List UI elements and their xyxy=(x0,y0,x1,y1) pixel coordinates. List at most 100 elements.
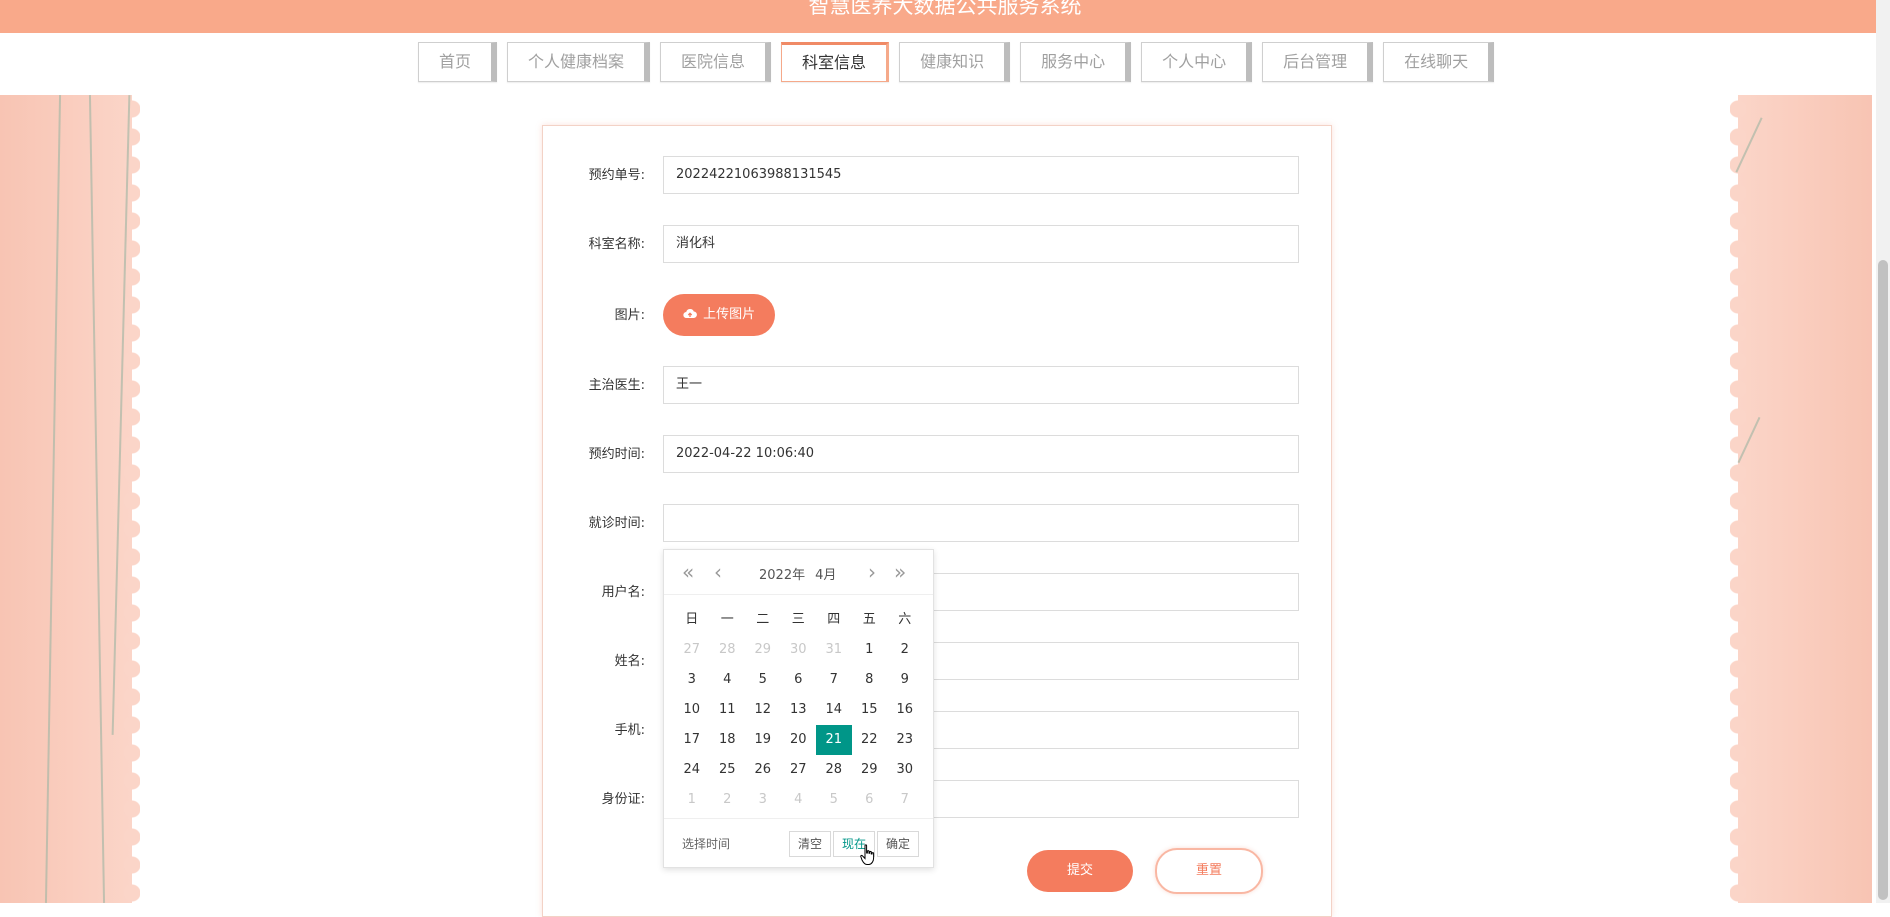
right-curtain-decoration xyxy=(1730,95,1872,903)
weekday-header: 三 xyxy=(791,612,805,627)
date-cell[interactable]: 2 xyxy=(710,785,746,815)
date-cell[interactable]: 5 xyxy=(816,785,852,815)
date-cell[interactable]: 23 xyxy=(887,725,923,755)
date-cell[interactable]: 1 xyxy=(674,785,710,815)
date-cell[interactable]: 4 xyxy=(781,785,817,815)
upload-image-button[interactable]: 上传图片 xyxy=(663,294,775,336)
main-nav: 首页 个人健康档案 医院信息 科室信息 健康知识 服务中心 个人中心 后台管理 在线聊天 xyxy=(418,42,1495,84)
scrollbar[interactable] xyxy=(1876,0,1890,903)
date-cell[interactable]: 13 xyxy=(781,695,817,725)
row-name: 姓名: xyxy=(543,642,1331,682)
date-cell[interactable]: 7 xyxy=(887,785,923,815)
date-cell[interactable]: 9 xyxy=(887,665,923,695)
date-cell[interactable]: 14 xyxy=(816,695,852,725)
reset-button[interactable]: 重置 xyxy=(1155,848,1263,894)
date-cell[interactable]: 11 xyxy=(710,695,746,725)
row-image: 图片: 上传图片 xyxy=(543,294,1331,338)
app-title: 智慧医养大数据公共服务系统 xyxy=(808,0,1082,18)
dept-name-input[interactable]: 消化科 xyxy=(663,225,1299,263)
row-phone: 手机: xyxy=(543,711,1331,751)
date-picker-title: 2022年 4月 xyxy=(759,564,846,583)
date-picker-popup: « ‹ 2022年 4月 › » 日一二三四五六 27 28 29 30 31 1 2 3 4 5 6 7… xyxy=(663,549,934,868)
date-cell[interactable]: 30 xyxy=(781,635,817,665)
prev-month-icon[interactable]: ‹ xyxy=(714,560,722,584)
date-cell[interactable]: 24 xyxy=(674,755,710,785)
row-doctor: 主治医生: 王一 xyxy=(543,366,1331,406)
date-cell[interactable]: 20 xyxy=(781,725,817,755)
phone-label: 手机: xyxy=(614,723,645,738)
username-label: 用户名: xyxy=(601,585,645,600)
row-dept-name: 科室名称: 消化科 xyxy=(543,225,1331,265)
date-cell[interactable]: 8 xyxy=(852,665,888,695)
idcard-label: 身份证: xyxy=(601,792,645,807)
date-cell[interactable]: 3 xyxy=(674,665,710,695)
dept-name-label: 科室名称: xyxy=(588,237,645,252)
nav-tab-1[interactable]: 个人健康档案 xyxy=(507,42,651,82)
next-year-icon[interactable]: » xyxy=(894,560,906,584)
nav-tab-7[interactable]: 后台管理 xyxy=(1262,42,1374,82)
date-cell-selected[interactable]: 21 xyxy=(816,725,852,755)
visit-time-input[interactable] xyxy=(663,504,1299,542)
date-cell[interactable]: 6 xyxy=(852,785,888,815)
nav-tab-0[interactable]: 首页 xyxy=(418,42,498,82)
date-picker-header: « ‹ 2022年 4月 › » xyxy=(664,550,933,595)
date-cell[interactable]: 17 xyxy=(674,725,710,755)
date-cell[interactable]: 16 xyxy=(887,695,923,725)
date-cell[interactable]: 29 xyxy=(852,755,888,785)
date-cell[interactable]: 27 xyxy=(781,755,817,785)
date-cell[interactable]: 29 xyxy=(745,635,781,665)
date-cell[interactable]: 28 xyxy=(816,755,852,785)
date-cell[interactable]: 22 xyxy=(852,725,888,755)
date-cell[interactable]: 2 xyxy=(887,635,923,665)
date-cell[interactable]: 5 xyxy=(745,665,781,695)
date-cell[interactable]: 12 xyxy=(745,695,781,725)
row-visit-time: 就诊时间: xyxy=(543,504,1331,544)
date-cell[interactable]: 31 xyxy=(816,635,852,665)
order-no-label: 预约单号: xyxy=(588,168,645,183)
select-time-link[interactable]: 选择时间 xyxy=(682,835,730,852)
date-cell[interactable]: 3 xyxy=(745,785,781,815)
row-appt-time: 预约时间: 2022-04-22 10:06:40 xyxy=(543,435,1331,475)
date-cell[interactable]: 25 xyxy=(710,755,746,785)
date-picker-year[interactable]: 2022年 xyxy=(759,568,805,583)
date-cell[interactable]: 6 xyxy=(781,665,817,695)
scrollbar-thumb[interactable] xyxy=(1878,260,1888,900)
date-picker-month[interactable]: 4月 xyxy=(815,568,836,583)
doctor-input[interactable]: 王一 xyxy=(663,366,1299,404)
nav-tab-3[interactable]: 科室信息 xyxy=(781,42,890,82)
date-cell[interactable]: 7 xyxy=(816,665,852,695)
nav-tab-6[interactable]: 个人中心 xyxy=(1141,42,1253,82)
appt-time-label: 预约时间: xyxy=(588,447,645,462)
date-cell[interactable]: 4 xyxy=(710,665,746,695)
prev-year-icon[interactable]: « xyxy=(682,560,694,584)
cloud-upload-icon xyxy=(683,307,703,322)
nav-tab-5[interactable]: 服务中心 xyxy=(1020,42,1132,82)
date-cell[interactable]: 28 xyxy=(710,635,746,665)
date-cell[interactable]: 15 xyxy=(852,695,888,725)
weekday-header: 四 xyxy=(827,612,841,627)
submit-button[interactable]: 提交 xyxy=(1027,850,1133,892)
date-cell[interactable]: 26 xyxy=(745,755,781,785)
row-order-no: 预约单号: 20224221063988131545 xyxy=(543,156,1331,196)
nav-tab-8[interactable]: 在线聊天 xyxy=(1383,42,1495,82)
confirm-button[interactable]: 确定 xyxy=(877,831,920,857)
nav-tab-4[interactable]: 健康知识 xyxy=(899,42,1011,82)
date-cell[interactable]: 18 xyxy=(710,725,746,755)
appt-time-input[interactable]: 2022-04-22 10:06:40 xyxy=(663,435,1299,473)
row-idcard: 身份证: xyxy=(543,780,1331,820)
nav-tab-2[interactable]: 医院信息 xyxy=(660,42,772,82)
image-label: 图片: xyxy=(614,308,645,323)
doctor-label: 主治医生: xyxy=(588,378,645,393)
visit-time-label: 就诊时间: xyxy=(588,516,645,531)
weekday-header: 六 xyxy=(898,612,912,627)
date-cell[interactable]: 19 xyxy=(745,725,781,755)
date-cell[interactable]: 30 xyxy=(887,755,923,785)
date-grid: 日一二三四五六 27 28 29 30 31 1 2 3 4 5 6 7 8 9 10 11 12 13 14 15 16… xyxy=(674,605,923,815)
date-cell[interactable]: 27 xyxy=(674,635,710,665)
weekday-header: 一 xyxy=(720,612,734,627)
date-cell[interactable]: 1 xyxy=(852,635,888,665)
date-cell[interactable]: 10 xyxy=(674,695,710,725)
clear-button[interactable]: 清空 xyxy=(789,831,832,857)
next-month-icon[interactable]: › xyxy=(868,560,876,584)
order-no-input[interactable]: 20224221063988131545 xyxy=(663,156,1299,194)
